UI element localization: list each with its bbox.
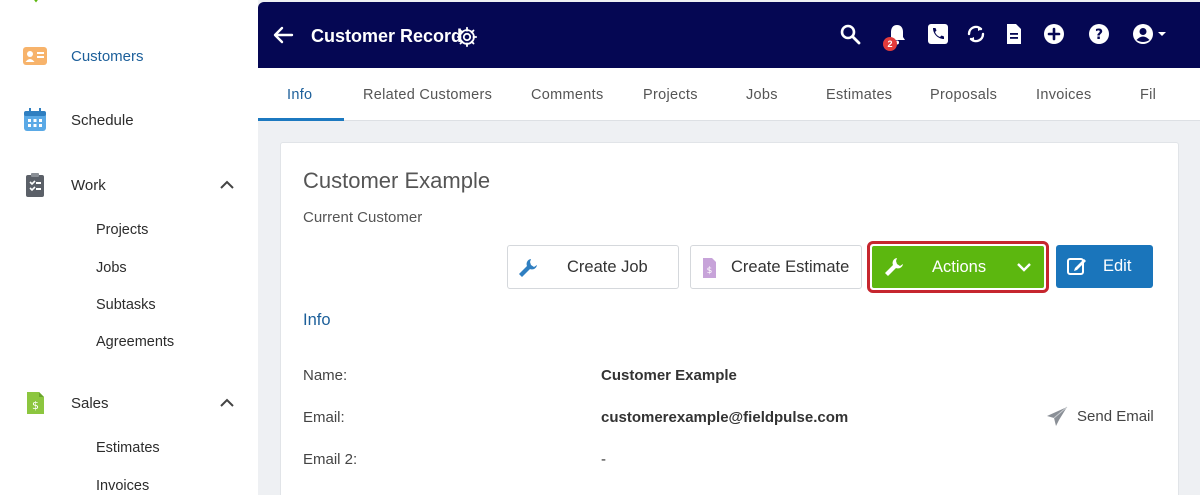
sidebar-item-work[interactable]: Work [0,165,258,205]
chevron-up-icon[interactable] [218,178,236,192]
create-estimate-button[interactable]: $ Create Estimate [690,245,862,289]
sidebar-item-label: Schedule [71,111,134,129]
customer-name: Customer Example [303,168,491,193]
chevron-up-icon[interactable] [218,396,236,410]
tab-jobs[interactable]: Jobs [746,87,778,103]
clipboard-icon [26,173,44,197]
customer-info-card: Customer Example Current Customer Create… [280,142,1179,495]
name-value: Customer Example [601,367,737,384]
svg-text:?: ? [1095,27,1103,43]
create-job-button[interactable]: Create Job [507,245,679,289]
gear-icon[interactable] [456,26,478,48]
edit-pencil-icon [1067,258,1086,275]
tab-related-customers[interactable]: Related Customers [363,87,492,103]
wrench-icon [885,258,903,276]
dollar-document-icon: $ [703,258,716,278]
document-icon[interactable] [1002,22,1026,46]
tab-proposals[interactable]: Proposals [930,87,997,103]
tab-projects[interactable]: Projects [643,87,698,103]
customer-status: Current Customer [303,209,423,226]
sidebar-subitem-projects[interactable]: Projects [96,222,148,238]
sidebar-subitem-estimates[interactable]: Estimates [96,440,160,456]
sidebar: Customers Schedule Work Projects Jobs Su… [0,0,258,495]
logo-icon [34,0,38,3]
sidebar-item-label: Customers [71,47,144,65]
sidebar-item-label: Sales [71,394,109,412]
plus-circle-icon[interactable] [1042,22,1066,46]
tab-comments[interactable]: Comments [531,87,604,103]
tab-estimates[interactable]: Estimates [826,87,892,103]
app-window: Customers Schedule Work Projects Jobs Su… [0,0,1200,495]
active-tab-indicator [258,118,344,121]
email2-value: - [601,451,606,468]
actions-highlight: Actions [867,241,1049,293]
dollar-document-icon: $ [27,392,44,414]
notification-badge: 2 [883,37,897,51]
create-job-label: Create Job [567,257,648,276]
actions-label: Actions [932,258,987,276]
name-label: Name: [303,367,348,384]
paper-plane-icon [1047,406,1068,426]
wrench-icon [519,259,537,277]
send-email-button[interactable]: Send Email [1046,406,1166,428]
search-icon[interactable] [838,22,862,46]
page-title: Customer Record [311,26,463,46]
sidebar-item-label: Work [71,176,106,194]
create-estimate-label: Create Estimate [731,257,850,276]
sidebar-item-sales[interactable]: $ Sales [0,383,258,423]
customer-card-icon [23,47,47,65]
edit-button[interactable]: Edit [1056,245,1153,288]
sidebar-subitem-agreements[interactable]: Agreements [96,334,174,350]
email-label: Email: [303,409,345,426]
svg-text:$: $ [707,266,713,276]
help-icon[interactable]: ? [1087,22,1111,46]
email-value: customerexample@fieldpulse.com [601,409,849,426]
send-email-label: Send Email [1077,408,1154,425]
actions-dropdown-button[interactable]: Actions [872,246,1044,288]
main-content: Customer Record 2 ? Info Related Custome… [258,0,1200,495]
svg-text:$: $ [32,399,39,412]
email2-label: Email 2: [303,451,358,468]
user-account-icon[interactable] [1131,22,1169,46]
sync-icon[interactable] [964,22,988,46]
sidebar-item-customers[interactable]: Customers [0,36,258,76]
info-section-title: Info [303,311,331,329]
top-bar: Customer Record 2 ? [258,2,1200,68]
back-arrow-icon[interactable] [272,24,294,46]
sidebar-subitem-subtasks[interactable]: Subtasks [96,297,156,313]
calendar-icon [24,108,46,131]
sidebar-subitem-invoices[interactable]: Invoices [96,478,149,494]
sidebar-subitem-jobs[interactable]: Jobs [96,260,127,276]
edit-label: Edit [1103,257,1132,275]
chevron-down-icon [1017,263,1031,272]
tab-info[interactable]: Info [287,87,312,103]
tab-invoices[interactable]: Invoices [1036,87,1092,103]
sidebar-item-schedule[interactable]: Schedule [0,100,258,140]
phone-icon[interactable] [926,22,950,46]
tab-files[interactable]: Fil [1140,87,1156,103]
tab-bar: Info Related Customers Comments Projects… [258,68,1200,121]
